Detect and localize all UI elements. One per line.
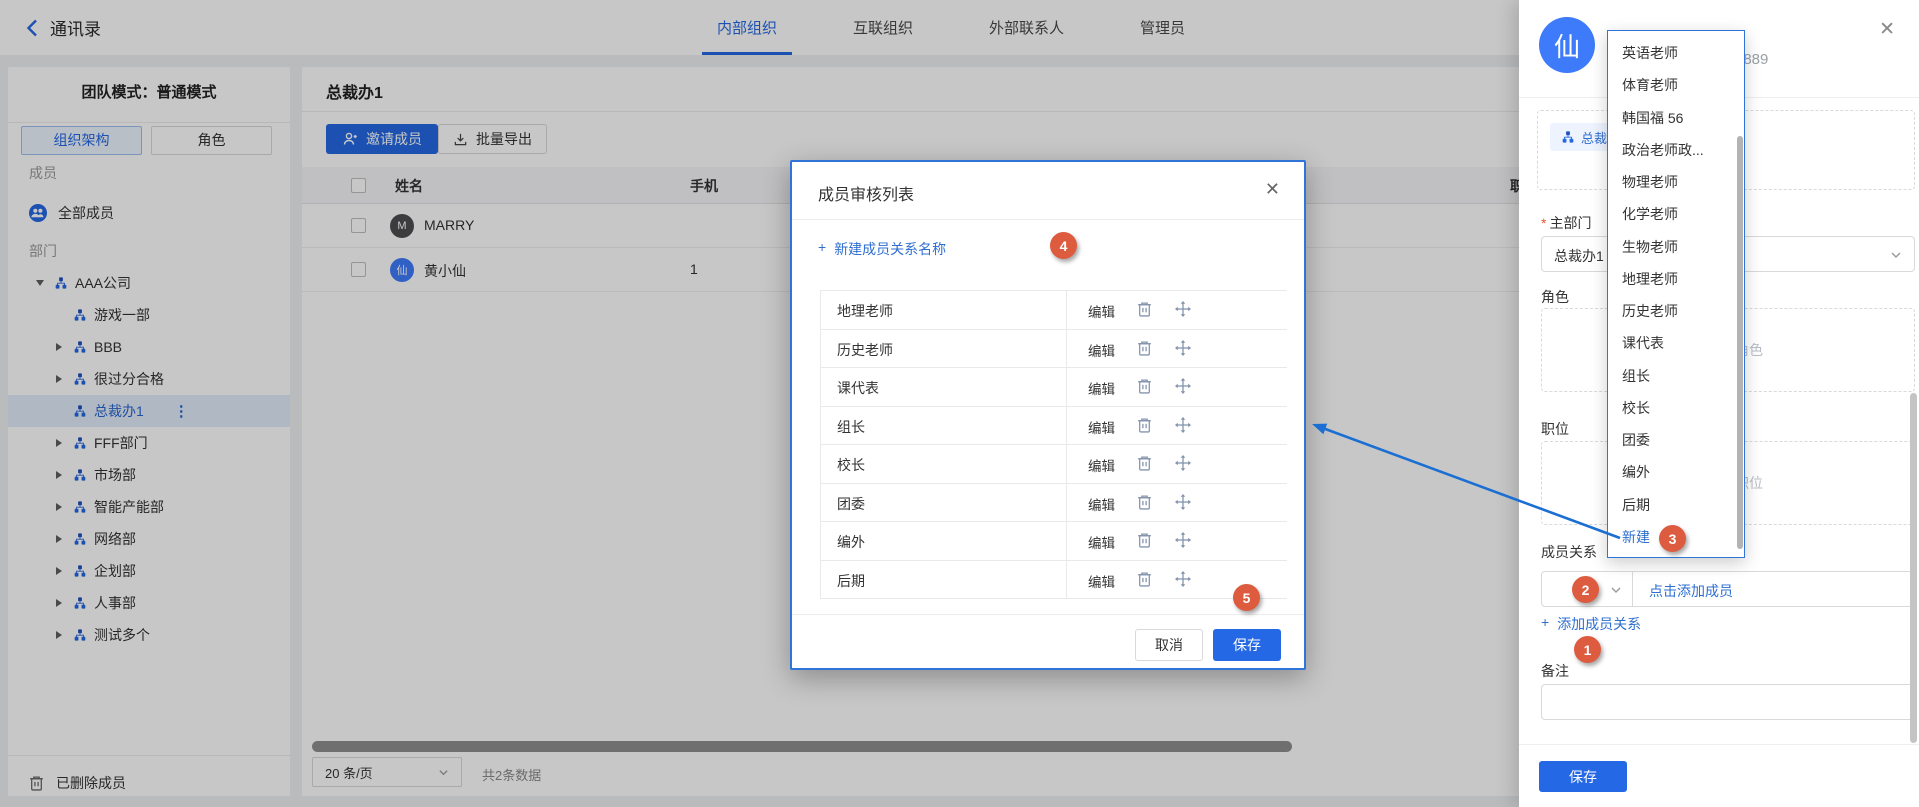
chevron-down-icon [1610,584,1622,596]
avatar: 仙 [1539,17,1595,73]
role-label: 角色 [1541,287,1569,307]
add-member-link[interactable]: 点击添加成员 [1649,581,1733,601]
dropdown-item[interactable]: 英语老师 [1608,37,1744,69]
relation-row: 组长 编辑 [821,407,1287,446]
annotation-badge-5: 5 [1233,584,1260,611]
relation-row: 编外 编辑 [821,522,1287,561]
relation-name: 地理老师 [837,301,893,321]
move-handle-icon[interactable] [1175,455,1191,471]
member-review-modal: 成员审核列表 ✕ + 新建成员关系名称 地理老师编辑历史老师编辑课代表编辑组长编… [790,160,1306,670]
dropdown-item[interactable]: 体育老师 [1608,69,1744,101]
relation-row: 课代表 编辑 [821,368,1287,407]
required-mark: * [1541,215,1546,231]
modal-footer: 取消 保存 [792,614,1304,672]
modal-title: 成员审核列表 [818,181,914,205]
trash-icon[interactable] [1137,340,1152,356]
new-relation-name-link[interactable]: + 新建成员关系名称 [818,239,946,259]
edit-button[interactable]: 编辑 [1088,532,1115,552]
relation-name: 团委 [837,494,865,514]
relation-dropdown-items: 英语老师体育老师韩国福 56政治老师政...物理老师化学老师生物老师地理老师历史… [1608,31,1744,553]
relation-label: 成员关系 [1541,542,1597,562]
chevron-down-icon [1890,249,1902,261]
close-icon[interactable]: ✕ [1265,179,1280,200]
modal-save-button[interactable]: 保存 [1213,629,1281,661]
annotation-badge-4: 4 [1050,232,1077,259]
plus-icon: + [818,239,826,259]
trash-icon[interactable] [1137,571,1152,587]
panel-save-button[interactable]: 保存 [1539,761,1627,792]
close-icon[interactable]: ✕ [1879,18,1895,41]
dropdown-item[interactable]: 韩国福 56 [1608,102,1744,134]
move-handle-icon[interactable] [1175,378,1191,394]
relation-row: 团委 编辑 [821,484,1287,523]
relation-list: 地理老师编辑历史老师编辑课代表编辑组长编辑校长编辑团委编辑编外编辑后期编辑 [820,290,1287,599]
relation-name: 历史老师 [837,340,893,360]
remark-label: 备注 [1541,661,1569,681]
annotation-badge-2: 2 [1572,576,1599,603]
relation-name: 组长 [837,417,865,437]
dropdown-item[interactable]: 地理老师 [1608,263,1744,295]
dropdown-item[interactable]: 校长 [1608,392,1744,424]
main-department-value: 总裁办1 [1554,246,1604,266]
dropdown-item[interactable]: 后期 [1608,489,1744,521]
relation-row: 历史老师 编辑 [821,330,1287,369]
relation-member-box: 点击添加成员 [1633,571,1915,607]
move-handle-icon[interactable] [1175,417,1191,433]
add-relation-label: 添加成员关系 [1557,614,1641,634]
dropdown-item[interactable]: 政治老师政... [1608,134,1744,166]
position-label: 职位 [1541,419,1569,439]
edit-button[interactable]: 编辑 [1088,378,1115,398]
remark-input[interactable] [1541,684,1915,720]
trash-icon[interactable] [1137,378,1152,394]
dropdown-item[interactable]: 物理老师 [1608,166,1744,198]
app-root: 通讯录 内部组织互联组织外部联系人管理员 团队模式：普通模式 组织架构角色 成员… [0,0,1919,807]
relation-row: 地理老师 编辑 [821,291,1287,330]
main-department-label: *主部门 [1541,213,1591,233]
modal-header: 成员审核列表 ✕ [792,162,1304,220]
trash-icon[interactable] [1137,494,1152,510]
move-handle-icon[interactable] [1175,301,1191,317]
annotation-badge-1: 1 [1574,636,1601,663]
annotation-badge-3: 3 [1659,525,1686,552]
move-handle-icon[interactable] [1175,494,1191,510]
dropdown-item[interactable]: 组长 [1608,360,1744,392]
trash-icon[interactable] [1137,301,1152,317]
dropdown-scrollbar[interactable] [1737,136,1743,549]
cancel-button[interactable]: 取消 [1135,629,1203,661]
dropdown-item[interactable]: 编外 [1608,456,1744,488]
plus-icon: + [1541,614,1549,634]
move-handle-icon[interactable] [1175,532,1191,548]
relation-name: 校长 [837,455,865,475]
trash-icon[interactable] [1137,455,1152,471]
dropdown-item[interactable]: 化学老师 [1608,198,1744,230]
edit-button[interactable]: 编辑 [1088,417,1115,437]
edit-button[interactable]: 编辑 [1088,494,1115,514]
relation-name: 课代表 [837,378,879,398]
relation-name: 编外 [837,532,865,552]
dropdown-item[interactable]: 团委 [1608,424,1744,456]
edit-button[interactable]: 编辑 [1088,301,1115,321]
add-relation-link[interactable]: + 添加成员关系 [1541,614,1641,634]
department-icon [1562,131,1574,143]
edit-button[interactable]: 编辑 [1088,340,1115,360]
relation-row: 校长 编辑 [821,445,1287,484]
relation-row: 后期 编辑 [821,561,1287,600]
trash-icon[interactable] [1137,532,1152,548]
relation-name: 后期 [837,571,865,591]
move-handle-icon[interactable] [1175,340,1191,356]
move-handle-icon[interactable] [1175,571,1191,587]
panel-scrollbar[interactable] [1910,393,1917,743]
dropdown-item[interactable]: 课代表 [1608,327,1744,359]
dropdown-item[interactable]: 生物老师 [1608,231,1744,263]
edit-button[interactable]: 编辑 [1088,455,1115,475]
trash-icon[interactable] [1137,417,1152,433]
dropdown-item[interactable]: 历史老师 [1608,295,1744,327]
relation-dropdown: 英语老师体育老师韩国福 56政治老师政...物理老师化学老师生物老师地理老师历史… [1607,30,1745,558]
divider [1519,744,1919,745]
new-relation-name-label: 新建成员关系名称 [834,239,946,259]
edit-button[interactable]: 编辑 [1088,571,1115,591]
